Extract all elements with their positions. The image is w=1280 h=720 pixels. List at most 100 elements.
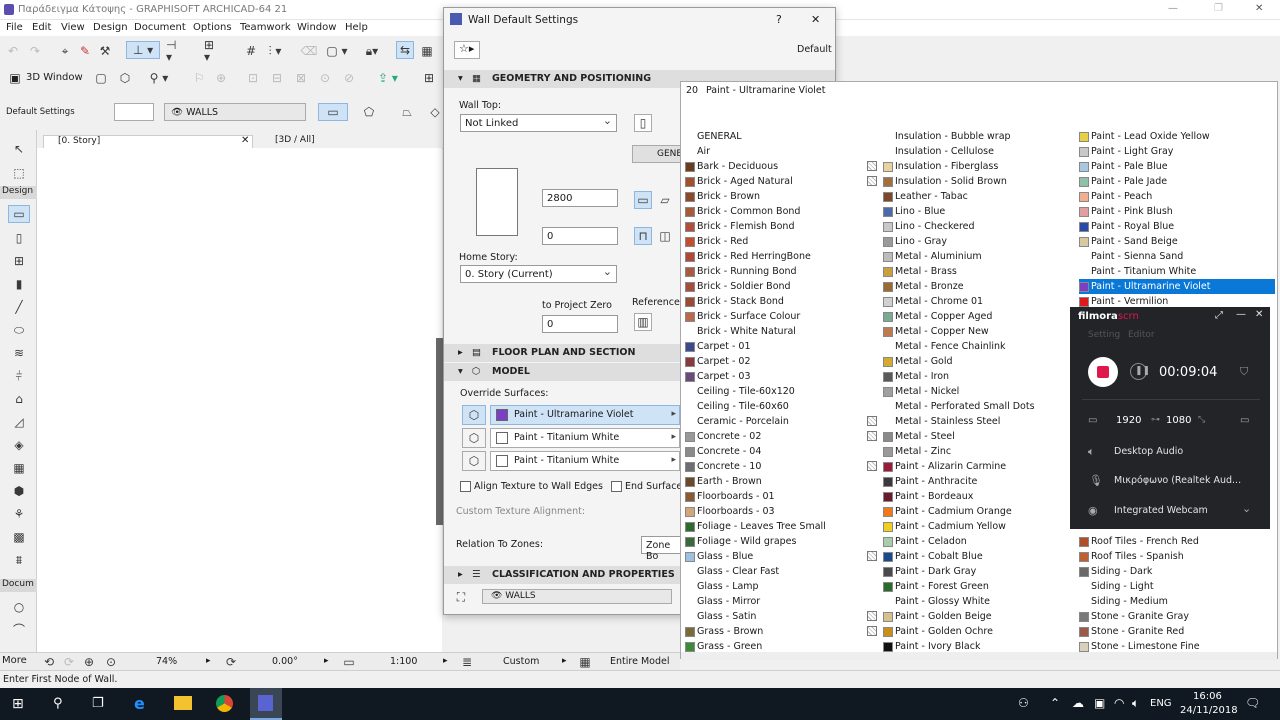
wall-slanted-icon[interactable]: ⏥ [656,191,674,209]
grid-snap-icon[interactable]: ⊞ ▾ [204,39,222,63]
scale-menu-icon[interactable]: ▸ [443,656,448,666]
snap-guides-icon[interactable]: ⊣ ▾ [166,39,184,63]
close-button[interactable]: ✕ [1255,3,1263,14]
material-item[interactable]: Metal - Copper New [883,324,1079,339]
material-item[interactable]: Metal - Zinc [883,444,1079,459]
render-icon[interactable]: ⊙ [316,69,334,87]
tab-story[interactable]: [0. Story] [43,135,253,149]
material-item[interactable]: Ceiling - Tile-60x120 [685,384,881,399]
filmora-popout-icon[interactable]: ⤢ [1215,310,1223,321]
wall-complex-icon[interactable]: ◫ [656,227,674,245]
material-item[interactable]: Glass - Mirror [685,594,881,609]
undo-icon[interactable]: ↶ [4,42,22,60]
onedrive-icon[interactable]: ☁ [1072,696,1084,710]
reference-line-icon[interactable]: ▥ [634,313,652,331]
project-zero-input[interactable]: 0 [542,315,618,333]
zoom-fit-icon[interactable]: ⊙ [102,653,120,671]
material-item[interactable]: Foliage - Leaves Tree Small [685,519,881,534]
window-tool-icon[interactable]: ⊞ [10,252,28,270]
material-item[interactable]: Siding - Light [1079,579,1275,594]
material-item[interactable]: Carpet - 03 [685,369,881,384]
gene-button[interactable]: GENE [632,145,684,163]
zoom-menu-icon[interactable]: ▸ [206,656,211,666]
clock-date[interactable]: 24/11/2018 [1180,705,1238,716]
table-icon[interactable]: ▦ [418,42,436,60]
cube-icon[interactable]: ⬡ [116,69,134,87]
material-item[interactable]: Paint - Dark Gray [883,564,1079,579]
material-item[interactable]: Lino - Checkered [883,219,1079,234]
publish-icon[interactable]: ⇪ ▾ [372,69,404,87]
floor-plan-canvas[interactable] [37,148,442,653]
morph-tool-icon[interactable]: ⬢ [10,482,28,500]
wall-straight-icon[interactable]: ▭ [634,191,652,209]
material-item[interactable]: Ceramic - Porcelain [685,414,881,429]
material-item[interactable]: Insulation - Solid Brown [883,174,1079,189]
beam-tool-icon[interactable]: ╱ [10,298,28,316]
rotation-angle[interactable]: 0.00° [272,656,298,667]
menu-edit[interactable]: Edit [32,22,51,33]
microphone-label[interactable]: Μικρόφωνο (Realtek Aud... [1114,475,1241,486]
material-item[interactable]: GENERAL [685,129,881,144]
circle-tool-icon[interactable]: ○ [10,598,28,616]
material-item[interactable]: Metal - Nickel [883,384,1079,399]
door-tool-icon[interactable]: ▯ [10,229,28,247]
zone-boundary-select[interactable]: Zone Bo [641,536,681,562]
shield-icon[interactable]: ⛉ [1240,365,1248,379]
skylight-tool-icon[interactable]: ◈ [10,436,28,454]
material-item[interactable]: Paint - Glossy White [883,594,1079,609]
tray-chevron-icon[interactable]: ⌃ [1050,696,1060,710]
webcam-chevron-down-icon[interactable]: ⌄ [1242,502,1251,515]
layer-menu-icon[interactable]: ▸ [562,656,567,666]
material-item[interactable]: Leather - Tabac [883,189,1079,204]
capture-height[interactable]: 1080 [1166,415,1191,426]
material-item[interactable]: Paint - Royal Blue [1079,219,1275,234]
tab-3d[interactable]: [3D / All] [261,135,461,149]
wall-trapezoid-icon[interactable]: ⏢ [398,103,416,121]
zoom-back-icon[interactable]: ⟲ [40,653,58,671]
walk-icon[interactable]: ⚐ [190,69,208,87]
railing-tool-icon[interactable]: ⫩ [10,367,28,385]
wall-tool-icon[interactable]: ▭ [8,205,30,223]
roof-tool-icon[interactable]: ⌂ [10,390,28,408]
edge-browser-icon[interactable]: e [134,694,145,713]
webcam-label[interactable]: Integrated Webcam [1114,505,1208,516]
pencil-icon[interactable]: ✎ [76,42,94,60]
pause-button[interactable]: ❚❚ [1130,363,1150,380]
material-item[interactable]: Concrete - 04 [685,444,881,459]
material-item[interactable]: Brick - Running Bond [685,264,881,279]
material-item[interactable]: Paint - Sand Beige [1079,234,1275,249]
material-hscrollbar[interactable] [681,652,1277,660]
archicad-taskbar-button[interactable] [250,688,282,720]
dialog-close-button[interactable]: ✕ [811,13,820,26]
material-item[interactable]: Brick - Red HerringBone [685,249,881,264]
maximize-button[interactable]: ❐ [1214,3,1223,14]
section-icon[interactable]: ⊡ [244,69,262,87]
column-tool-icon[interactable]: ▮ [10,275,28,293]
material-item[interactable]: Paint - Golden Beige [883,609,1079,624]
align-texture-checkbox[interactable] [460,481,471,492]
filter-icon[interactable]: ⊟ [268,69,286,87]
material-item[interactable]: Metal - Brass [883,264,1079,279]
outside-face-icon[interactable]: ⬡ [462,405,486,425]
filmora-minimize-button[interactable]: — [1236,309,1246,320]
wall-top-link-icon[interactable]: ▯ [634,114,652,132]
footer-walls-selector[interactable]: 👁︎ WALLS [482,589,672,604]
camera-tray-icon[interactable]: ▣ [1094,696,1105,710]
volume-icon[interactable]: 🔈︎ [1132,696,1139,711]
material-item[interactable]: Paint - Cadmium Orange [883,504,1079,519]
edge-face-icon[interactable]: ⬡ [462,428,486,448]
material-item[interactable]: Paint - Anthracite [883,474,1079,489]
material-item[interactable]: Brick - Stack Bond [685,294,881,309]
material-item[interactable]: Concrete - 10 [685,459,881,474]
arc-tool-icon[interactable]: ⌒ [10,621,28,639]
desktop-audio-label[interactable]: Desktop Audio [1114,446,1183,457]
wall-height-input[interactable]: 2800 [542,189,618,207]
language-indicator[interactable]: ENG [1150,698,1172,709]
material-item[interactable]: Metal - Iron [883,369,1079,384]
material-item[interactable]: Carpet - 01 [685,339,881,354]
menu-file[interactable]: File [6,22,23,33]
wall-top-select[interactable]: Not Linked [460,114,617,132]
material-item[interactable]: Ceiling - Tile-60x60 [685,399,881,414]
more-tools-button[interactable]: More [2,655,27,666]
material-item[interactable]: Paint - Light Gray [1079,144,1275,159]
